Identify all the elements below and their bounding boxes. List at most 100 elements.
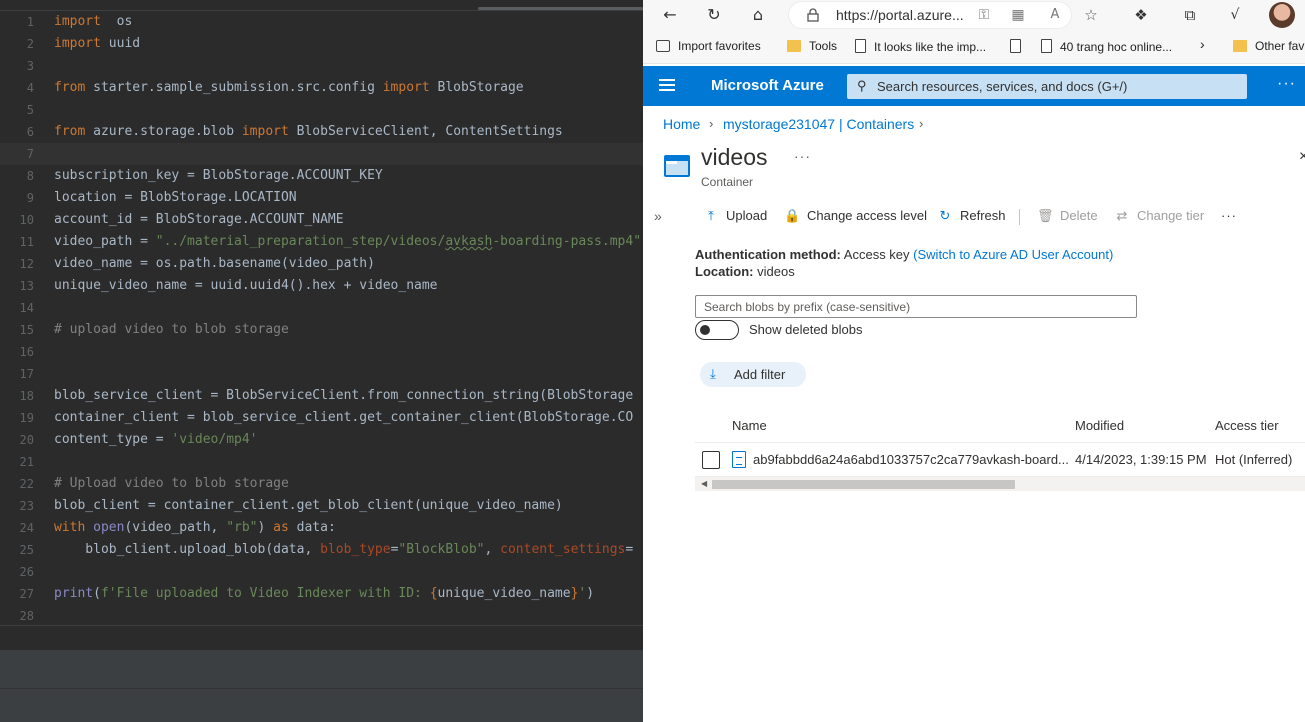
swap-icon: ⇄ (1116, 209, 1128, 224)
show-deleted-toggle[interactable] (695, 320, 739, 340)
blob-name-link[interactable]: ab9fabbdd6a24a6abd1033757c2ca779avkash-b… (753, 452, 1069, 467)
code-line[interactable]: 24 with open(video_path, "rb") as data: (0, 517, 643, 539)
expand-icon[interactable]: » (654, 208, 662, 224)
code-line[interactable]: 10 account_id = BlobStorage.ACCOUNT_NAME (0, 209, 643, 231)
code-token: from (54, 80, 86, 95)
profile-avatar[interactable] (1269, 2, 1295, 28)
reload-icon[interactable]: ↻ (702, 3, 726, 27)
code-line[interactable]: 26 (0, 561, 643, 583)
code-line[interactable]: 25 blob_client.upload_blob(data, blob_ty… (0, 539, 643, 561)
table-horizontal-scrollbar[interactable]: ◀ (695, 476, 1305, 491)
toggle-knob (700, 325, 710, 335)
table-row[interactable]: ab9fabbdd6a24a6abd1033757c2ca779avkash-b… (695, 443, 1305, 476)
breadcrumb-containers[interactable]: mystorage231047 | Containers (723, 116, 914, 132)
add-filter-button[interactable]: ⤓ Add filter (700, 362, 806, 387)
upload-button[interactable]: ⤒ Upload (703, 208, 767, 224)
upload-label: Upload (726, 208, 768, 223)
import-icon (656, 40, 670, 52)
change-tier-button[interactable]: ⇄ Change tier (1114, 208, 1205, 224)
code-line[interactable]: 28 (0, 605, 643, 627)
menu-icon[interactable] (659, 79, 675, 91)
code-line[interactable]: 27 print(f'File uploaded to Video Indexer… (0, 583, 643, 605)
code-text: blob_client = container_client.get_blob_… (54, 495, 563, 517)
page-title: videos (701, 144, 768, 170)
more-icon[interactable]: ··· (794, 148, 811, 164)
favorite-import[interactable]: Import favorites (656, 39, 761, 53)
favorite-other-folder[interactable]: Other fav (1233, 39, 1304, 53)
extensions-icon[interactable]: ❖ (1129, 3, 1153, 27)
code-token: as (273, 520, 289, 535)
column-header-access-tier[interactable]: Access tier (1215, 418, 1279, 433)
scroll-left-icon[interactable]: ◀ (701, 479, 707, 488)
column-header-modified[interactable]: Modified (1075, 418, 1124, 433)
favorite-tools-folder[interactable]: Tools (787, 39, 837, 53)
blob-search-input[interactable]: Search blobs by prefix (case-sensitive) (695, 295, 1137, 318)
upload-icon: ⤒ (708, 209, 714, 224)
close-icon[interactable]: × (1299, 148, 1305, 166)
code-line[interactable]: 2 import uuid (0, 33, 643, 55)
code-line[interactable]: 4 from starter.sample_submission.src.conf… (0, 77, 643, 99)
code-line[interactable]: 13 unique_video_name = uuid.uuid4().hex +… (0, 275, 643, 297)
change-access-level-button[interactable]: 🔒 Change access level (784, 208, 927, 224)
favorite-page[interactable]: It looks like the imp... (855, 39, 986, 54)
code-line[interactable]: 3 (0, 55, 643, 77)
code-token: video_path = (54, 234, 156, 249)
home-icon[interactable]: ⌂ (746, 3, 770, 27)
code-line[interactable]: 1 import os (0, 11, 643, 33)
code-text: with open(video_path, "rb") as data: (54, 517, 336, 539)
code-line[interactable]: 5 (0, 99, 643, 121)
code-line[interactable]: 21 (0, 451, 643, 473)
switch-auth-link[interactable]: (Switch to Azure AD User Account) (913, 247, 1113, 262)
breadcrumb-home[interactable]: Home (663, 116, 700, 132)
search-icon: ⚲ (857, 78, 867, 93)
more-icon[interactable]: ··· (1277, 75, 1296, 93)
code-line[interactable]: 17 (0, 363, 643, 385)
code-token: ( (93, 586, 101, 601)
page-icon (1010, 39, 1021, 53)
code-text: # Upload video to blob storage (54, 473, 289, 495)
math-solver-icon[interactable]: √ (1223, 3, 1247, 27)
code-line[interactable]: 6 from azure.storage.blob import BlobServ… (0, 121, 643, 143)
code-line[interactable]: 12 video_name = os.path.basename(video_pa… (0, 253, 643, 275)
favorite-page-untitled[interactable] (1010, 39, 1029, 54)
code-token: # upload video to blob storage (54, 322, 289, 337)
editor-horizontal-scrollbar[interactable] (478, 7, 643, 10)
row-checkbox[interactable] (702, 451, 720, 469)
code-line[interactable]: 9 location = BlobStorage.LOCATION (0, 187, 643, 209)
code-line[interactable]: 18 blob_service_client = BlobServiceClien… (0, 385, 643, 407)
code-line[interactable]: 23 blob_client = container_client.get_blo… (0, 495, 643, 517)
delete-button[interactable]: 🗑 Delete (1037, 208, 1098, 224)
code-line[interactable]: 7 (0, 143, 643, 165)
refresh-button[interactable]: ↻ Refresh (937, 208, 1006, 224)
code-area[interactable]: 1 import os 2 import uuid 3 4 from starter.sam… (0, 11, 643, 627)
url-text[interactable]: https://portal.azure... (836, 7, 964, 23)
back-icon[interactable]: ← (658, 3, 682, 27)
code-token: account_id = BlobStorage.ACCOUNT_NAME (54, 212, 344, 227)
azure-search-box[interactable]: ⚲ Search resources, services, and docs (… (847, 74, 1247, 99)
more-commands-icon[interactable]: ··· (1221, 208, 1237, 223)
collections-icon[interactable]: ⧉ (1178, 3, 1202, 27)
favorite-page[interactable]: 40 trang hoc online... (1041, 39, 1172, 54)
add-favorite-icon[interactable]: ☆ (1079, 3, 1103, 27)
code-line[interactable]: 20 content_type = 'video/mp4' (0, 429, 643, 451)
refresh-icon: ↻ (939, 209, 951, 224)
column-header-name[interactable]: Name (732, 418, 767, 433)
chevron-right-icon[interactable]: › (1200, 36, 1205, 52)
code-line[interactable]: 8 subscription_key = BlobStorage.ACCOUNT_… (0, 165, 643, 187)
read-aloud-icon[interactable]: A (1043, 3, 1067, 27)
code-line[interactable]: 14 (0, 297, 643, 319)
key-icon[interactable]: ⚿ (972, 3, 996, 27)
scroll-thumb[interactable] (712, 480, 1015, 489)
code-line[interactable]: 15 # upload video to blob storage (0, 319, 643, 341)
code-line[interactable]: 11 video_path = "../material_preparation_… (0, 231, 643, 253)
code-line[interactable]: 22 # Upload video to blob storage (0, 473, 643, 495)
azure-brand[interactable]: Microsoft Azure (711, 77, 824, 94)
code-editor[interactable]: 1 import os 2 import uuid 3 4 from starter.sam… (0, 0, 643, 722)
blob-modified: 4/14/2023, 1:39:15 PM (1075, 452, 1207, 467)
auth-value: Access key (843, 247, 910, 262)
apps-icon[interactable]: ▦ (1006, 3, 1030, 27)
line-number: 19 (19, 411, 34, 425)
code-line[interactable]: 16 (0, 341, 643, 363)
code-line[interactable]: 19 container_client = blob_service_client… (0, 407, 643, 429)
code-text: video_path = "../material_preparation_st… (54, 231, 641, 253)
